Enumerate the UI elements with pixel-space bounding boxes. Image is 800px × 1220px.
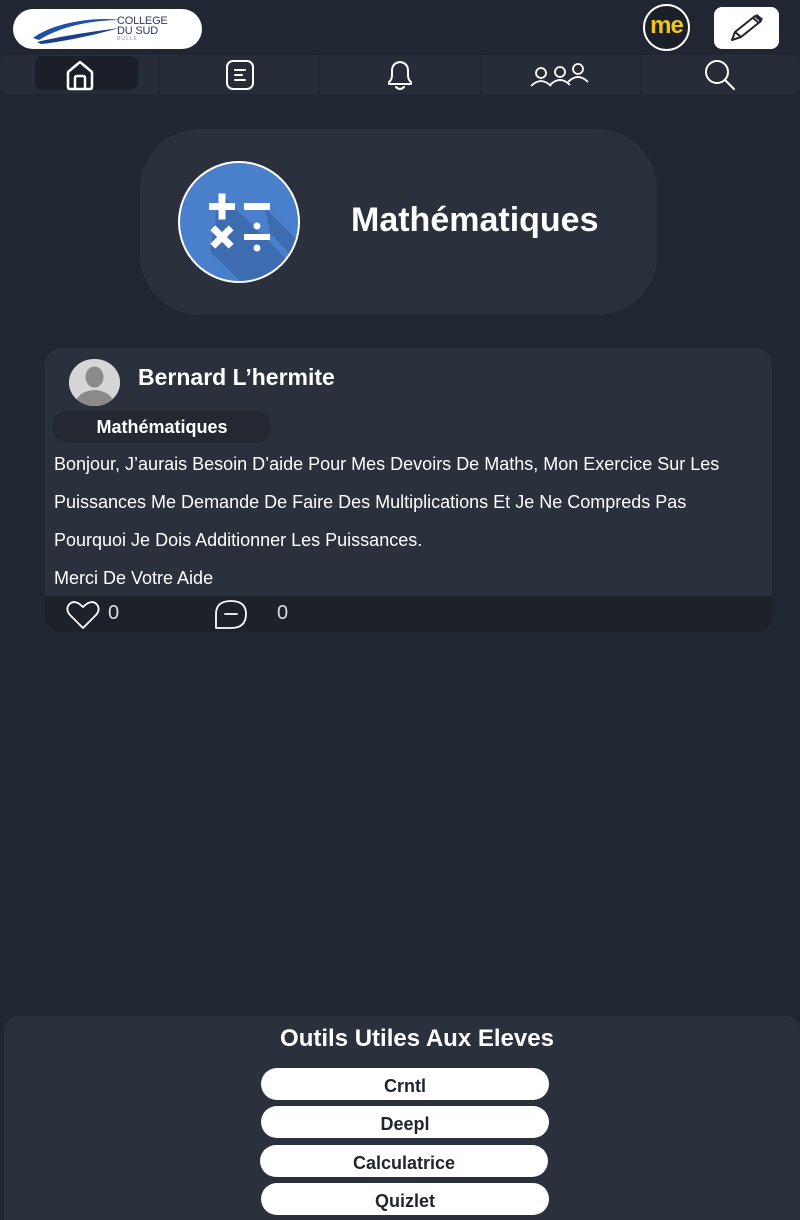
subject-title: Mathématiques [351,201,599,239]
tool-button-deepl[interactable]: Deepl [261,1106,549,1138]
avatar[interactable] [69,359,120,406]
tool-button-quizlet[interactable]: Quizlet [261,1183,549,1215]
post-author[interactable]: Bernard L’hermite [138,364,335,391]
post-line: Pourquoi Je Dois Additionner Les Puissan… [54,530,423,550]
comment-count: 0 [277,602,289,624]
post-line: Puissances Me Demande De Faire Des Multi… [54,492,687,512]
nav-item-posts[interactable] [160,55,321,94]
nav-item-notifications[interactable] [320,55,481,94]
bell-icon [388,60,412,90]
user-silhouette-icon [69,359,120,406]
new-post-button[interactable] [714,7,779,49]
post-line: Merci De Votre Aide [54,568,214,588]
heart-icon[interactable] [66,600,100,630]
post-footer: 0 0 [45,596,772,632]
people-icon [530,62,589,87]
post-subject-tag[interactable]: Mathématiques [52,411,272,443]
pencil-icon [730,14,763,41]
tools-title: Outils Utiles Aux Eleves [280,1025,554,1052]
subject-header-card: Mathématiques [140,129,657,315]
search-icon [705,59,736,90]
me-badge-button[interactable]: me [643,4,690,51]
nav-item-home[interactable] [0,55,161,94]
post-line: Bonjour, J’aurais Besoin D’aide Pour Mes… [54,454,720,474]
school-logo[interactable]: COLLEGE DU SUD BULLE [13,9,202,49]
math-operators-icon [178,161,300,283]
tool-button-calculatrice[interactable]: Calculatrice [260,1145,548,1177]
nav-item-search[interactable] [641,55,800,94]
logo-text: COLLEGE DU SUD BULLE [117,15,168,43]
main-nav [0,55,800,94]
like-count: 0 [108,602,120,624]
nav-item-groups[interactable] [481,55,641,94]
post-body: Bonjour, J’aurais Besoin D’aide Pour Mes… [54,445,754,597]
comment-icon[interactable] [212,598,250,630]
home-icon [66,60,93,90]
logo-swoosh-icon [33,18,121,44]
tool-button-crntl[interactable]: Crntl [261,1068,549,1100]
post-card[interactable]: Bernard L’hermite Mathématiques Bonjour,… [45,348,772,632]
tools-panel: Outils Utiles Aux Eleves Crntl Deepl Cal… [4,1016,800,1220]
document-icon [225,59,254,90]
